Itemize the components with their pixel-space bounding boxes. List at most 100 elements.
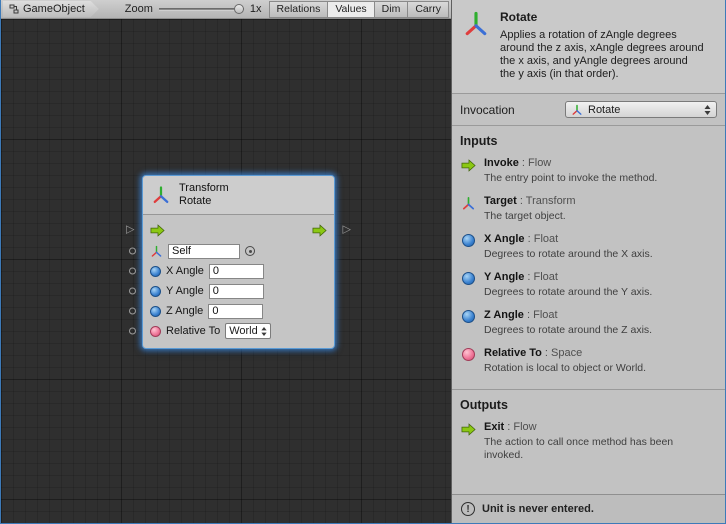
- values-button[interactable]: Values: [327, 1, 374, 18]
- outputs-header: Outputs: [460, 398, 717, 412]
- invocation-dropdown[interactable]: Rotate: [565, 101, 717, 118]
- y-angle-label: Y Angle: [166, 285, 204, 297]
- relative-to-label: Relative To: [166, 325, 220, 337]
- port-description: Degrees to rotate around the Y axis.: [484, 286, 652, 299]
- warning-icon: !: [461, 502, 475, 516]
- space-port-icon[interactable]: [150, 326, 161, 337]
- flow-connection-left-icon[interactable]: ▷: [126, 225, 134, 236]
- float-port-icon[interactable]: [150, 266, 161, 277]
- object-picker-icon[interactable]: [245, 246, 255, 256]
- zoom-label: Zoom: [125, 3, 153, 15]
- zoom-value: 1x: [250, 3, 262, 15]
- port-description: Degrees to rotate around the Z axis.: [484, 324, 652, 337]
- y-angle-field[interactable]: [209, 284, 264, 299]
- x-angle-field[interactable]: [209, 264, 264, 279]
- flow-icon: [460, 421, 476, 462]
- node-body: ▷ ▷: [143, 215, 334, 348]
- port-type: Flow: [513, 421, 536, 433]
- flow-icon: [460, 157, 476, 185]
- float-icon: [460, 309, 476, 337]
- port-description: Degrees to rotate around the X axis.: [484, 248, 653, 261]
- node-subtitle: Rotate: [179, 195, 229, 208]
- port-item-target: Target : Transform The target object.: [460, 195, 717, 223]
- graph-icon: [9, 4, 19, 14]
- float-icon: [460, 233, 476, 261]
- node-title: Transform: [179, 182, 229, 195]
- z-angle-connection-icon[interactable]: [129, 308, 136, 315]
- graph-canvas[interactable]: Transform Rotate ▷ ▷: [1, 19, 451, 523]
- invoke-port-icon[interactable]: [150, 223, 165, 238]
- dropdown-arrows-icon: [704, 105, 711, 115]
- port-type: Float: [533, 309, 557, 321]
- port-type: Float: [534, 233, 558, 245]
- port-type: Transform: [526, 195, 576, 207]
- relative-to-row: Relative To World: [143, 321, 334, 341]
- node-header[interactable]: Transform Rotate: [143, 176, 334, 215]
- float-icon: [460, 271, 476, 299]
- relative-to-connection-icon[interactable]: [129, 328, 136, 335]
- transform-icon: [462, 10, 490, 38]
- relations-button[interactable]: Relations: [269, 1, 329, 18]
- port-name: Y Angle: [484, 271, 524, 283]
- zoom-slider[interactable]: [159, 2, 244, 16]
- outputs-section: Outputs Exit : Flow The action to call o…: [452, 389, 725, 476]
- port-item-y-angle: Y Angle : Float Degrees to rotate around…: [460, 271, 717, 299]
- space-icon: [460, 347, 476, 375]
- graph-pane: GameObject Zoom 1x Relations Values Dim …: [1, 0, 451, 523]
- inspector-header: Rotate Applies a rotation of zAngle degr…: [452, 0, 725, 94]
- self-field[interactable]: [168, 244, 240, 259]
- inspector-spacer: [452, 476, 725, 494]
- flow-connection-right-icon[interactable]: ▷: [343, 225, 351, 236]
- port-description: The entry point to invoke the method.: [484, 172, 657, 185]
- float-port-icon[interactable]: [150, 306, 161, 317]
- port-name: Target: [484, 195, 517, 207]
- dim-button[interactable]: Dim: [374, 1, 409, 18]
- y-angle-connection-icon[interactable]: [129, 288, 136, 295]
- port-type: Flow: [528, 157, 551, 169]
- self-row: [143, 241, 334, 261]
- x-angle-label: X Angle: [166, 265, 204, 277]
- transform-icon: [460, 195, 476, 223]
- port-name: Invoke: [484, 157, 519, 169]
- graph-toolbar: GameObject Zoom 1x Relations Values Dim …: [1, 0, 451, 19]
- warning-text: Unit is never entered.: [482, 503, 594, 515]
- breadcrumb-gameobject[interactable]: GameObject: [3, 1, 99, 17]
- inspector-panel: Rotate Applies a rotation of zAngle degr…: [451, 0, 725, 523]
- x-angle-row: X Angle: [143, 261, 334, 281]
- port-description: The target object.: [484, 210, 576, 223]
- flow-row: ▷ ▷: [143, 219, 334, 241]
- z-angle-label: Z Angle: [166, 305, 203, 317]
- node-transform-rotate[interactable]: Transform Rotate ▷ ▷: [142, 175, 335, 349]
- port-type: Float: [534, 271, 558, 283]
- invocation-label: Invocation: [460, 103, 515, 117]
- float-port-icon[interactable]: [150, 286, 161, 297]
- invocation-value: Rotate: [588, 104, 699, 116]
- port-description: The action to call once method has been …: [484, 436, 684, 462]
- x-angle-connection-icon[interactable]: [129, 268, 136, 275]
- carry-button[interactable]: Carry: [407, 1, 449, 18]
- port-item-exit: Exit : Flow The action to call once meth…: [460, 421, 717, 462]
- relative-to-value: World: [229, 325, 258, 337]
- port-item-invoke: Invoke : Flow The entry point to invoke …: [460, 157, 717, 185]
- transform-icon: [571, 104, 583, 116]
- transform-icon: [151, 185, 171, 205]
- dropdown-arrows-icon: [261, 327, 267, 336]
- inspector-title: Rotate: [500, 10, 704, 24]
- warning-bar: ! Unit is never entered.: [452, 494, 725, 523]
- inputs-header: Inputs: [460, 134, 717, 148]
- port-type: Space: [551, 347, 582, 359]
- inspector-description: Applies a rotation of zAngle degrees aro…: [500, 29, 704, 81]
- relative-to-dropdown[interactable]: World: [225, 323, 271, 339]
- port-name: Relative To: [484, 347, 542, 359]
- port-name: Z Angle: [484, 309, 524, 321]
- toolbar-toggles: Relations Values Dim Carry: [270, 1, 449, 18]
- z-angle-row: Z Angle: [143, 301, 334, 321]
- z-angle-field[interactable]: [208, 304, 263, 319]
- invocation-row: Invocation Rotate: [452, 94, 725, 126]
- zoom-slider-track: [159, 8, 244, 11]
- port-name: X Angle: [484, 233, 525, 245]
- y-angle-row: Y Angle: [143, 281, 334, 301]
- exit-port-icon[interactable]: [312, 223, 327, 238]
- target-connection-icon[interactable]: [129, 248, 136, 255]
- zoom-slider-thumb[interactable]: [234, 4, 244, 14]
